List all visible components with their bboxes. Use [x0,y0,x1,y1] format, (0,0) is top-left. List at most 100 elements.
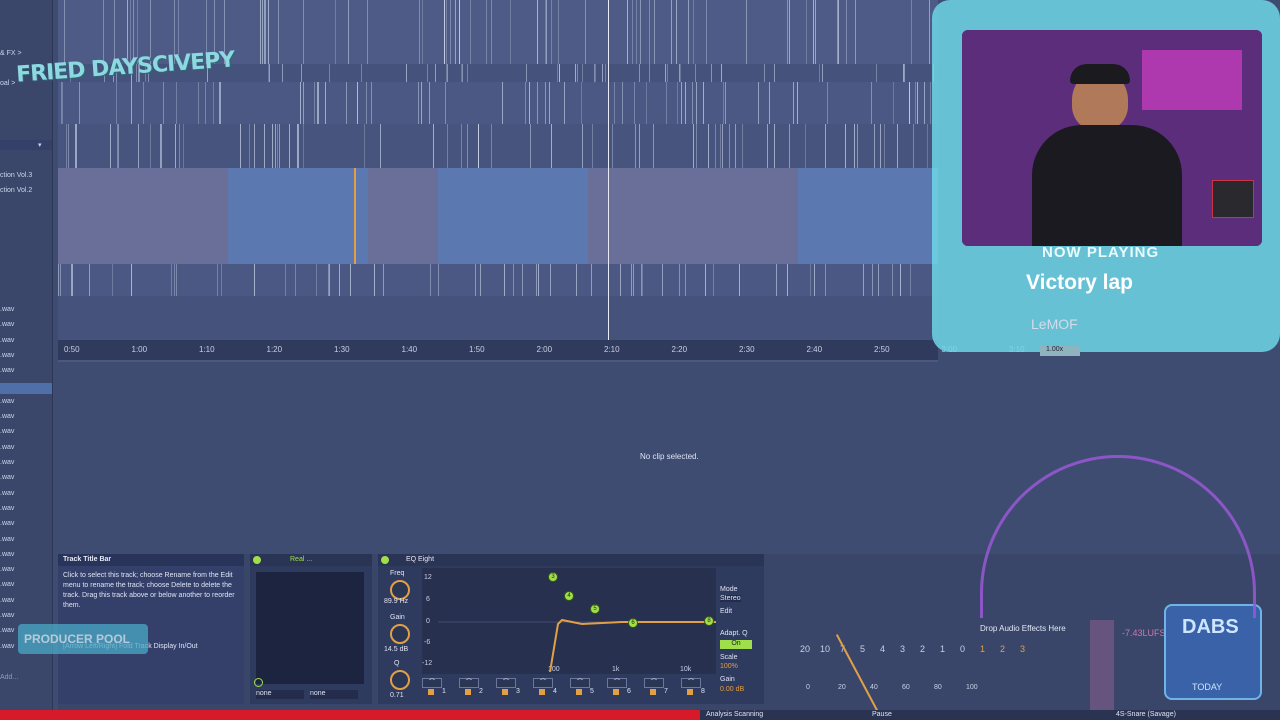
pause-button[interactable]: Pause [872,711,892,718]
eq-band-toggle[interactable] [539,689,545,695]
q-knob[interactable] [390,670,410,690]
browser-file[interactable]: .wav [0,306,14,313]
eq-band-number[interactable]: 8 [701,688,705,695]
eq-band-filter-button[interactable]: ⌒ [422,678,442,688]
eq-band-number[interactable]: 7 [664,688,668,695]
eq-band-toggle[interactable] [687,689,693,695]
timeline-ruler[interactable]: 0:50 1:00 1:10 1:20 1:30 1:40 1:50 2:00 2:10 2:20… [58,340,1025,360]
eq-band-filter-button[interactable]: ⌒ [681,678,701,688]
browser-item[interactable]: ction Vol.2 [0,187,32,194]
browser-file[interactable]: .wav [0,490,14,497]
browser-file[interactable]: .wav [0,612,14,619]
browser-file[interactable]: .wav [0,597,14,604]
browser-file[interactable]: .wav [0,581,14,588]
browser-file[interactable]: .wav [0,321,14,328]
eq-band-toggle[interactable] [428,689,434,695]
waveform-stripe [815,0,816,64]
waveform-stripe [825,264,826,296]
waveform-stripe [422,0,423,64]
q-value[interactable]: 0.71 [390,692,404,699]
eq-band-toggle[interactable] [465,689,471,695]
browser-file[interactable]: .wav [0,536,14,543]
eq-band-filter-button[interactable]: ⌒ [607,678,627,688]
waveform-stripe [269,64,270,82]
eq-graph[interactable]: 12 6 0 -6 -12 100 1k 10k 3 4 5 6 8 [422,568,716,674]
eq-band-handle[interactable]: 6 [628,618,638,628]
waveform-stripe [693,124,694,168]
song-title: Victory lap [1026,271,1133,294]
gain-value[interactable]: 14.5 dB [384,646,408,653]
dabs-sub: TODAY [1192,682,1223,692]
waveform-stripe [526,64,527,82]
browser-file[interactable]: .wav [0,337,14,344]
eq-band-filter-button[interactable]: ⌒ [496,678,516,688]
waveform-stripe [537,0,538,64]
waveform-stripe [819,64,820,82]
browser-file[interactable]: .wav [0,444,14,451]
eq-band-handle[interactable]: 3 [548,572,558,582]
browser-file[interactable]: .wav [0,459,14,466]
eq-band-number[interactable]: 2 [479,688,483,695]
eq-band-toggle[interactable] [502,689,508,695]
browser-file[interactable]: .wav [0,551,14,558]
eq-band-handle[interactable]: 8 [704,616,714,626]
timeline-tick-label: 1:00 [131,345,148,354]
browser-file[interactable]: .wav [0,505,14,512]
waveform-stripe [462,64,463,82]
adapt-q-toggle[interactable]: On [720,640,752,649]
eq-band-number[interactable]: 3 [516,688,520,695]
mode-select[interactable]: Stereo [720,595,741,602]
eq-band-toggle[interactable] [576,689,582,695]
input-select-b[interactable]: none [310,690,358,699]
waveform-stripe [721,64,722,82]
browser-file[interactable]: .wav [0,367,14,374]
input-select-a[interactable]: none [256,690,304,699]
browser-file[interactable]: .wav [0,398,14,405]
browser-item[interactable]: ction Vol.3 [0,172,32,179]
eq-band-filter-button[interactable]: ⌒ [644,678,664,688]
chevron-down-icon[interactable]: ▾ [38,141,42,149]
waveform-stripe [480,264,481,296]
waveform-stripe [769,82,770,124]
waveform-stripe [289,124,290,168]
browser-selected-row[interactable] [0,383,52,394]
browser-file[interactable]: .wav [0,520,14,527]
browser-category[interactable]: oal > [0,80,15,87]
browser-file[interactable]: .wav [0,428,14,435]
eq-band-handle[interactable]: 4 [564,591,574,601]
eq-band-number[interactable]: 4 [553,688,557,695]
playhead[interactable] [608,0,609,340]
browser-file[interactable]: .wav [0,566,14,573]
browser-file[interactable]: .wav [0,627,14,634]
device-on-toggle[interactable] [253,556,261,564]
eq-band-number[interactable]: 5 [590,688,594,695]
eq-band-handle[interactable]: 5 [590,604,600,614]
scale-value[interactable]: 100% [720,663,738,670]
eq-band-filter-button[interactable]: ⌒ [459,678,479,688]
waveform-stripe [631,264,632,296]
browser-panel: & FX > oal > ▾ ction Vol.3 ction Vol.2 .… [0,0,53,720]
eq-on-toggle[interactable] [381,556,389,564]
freq-knob[interactable] [390,580,410,600]
waveform-stripe [62,82,63,124]
eq-band-toggle[interactable] [613,689,619,695]
eq-band-toggle[interactable] [650,689,656,695]
eq-title-bar[interactable]: EQ Eight [378,554,764,566]
browser-category[interactable]: & FX > [0,50,22,57]
add-button[interactable]: Add... [0,674,18,681]
eq-band-number[interactable]: 6 [627,688,631,695]
gain-knob[interactable] [390,624,410,644]
freq-value[interactable]: 89.9 Hz [384,598,408,605]
eq-band-filter-button[interactable]: ⌒ [570,678,590,688]
device-title-bar[interactable]: Real ... [250,554,372,566]
eq-band-number[interactable]: 1 [442,688,446,695]
browser-file[interactable]: .wav [0,643,14,650]
browser-file[interactable]: .wav [0,474,14,481]
zoom-readout[interactable]: 1.00x [1046,346,1063,353]
browser-file[interactable]: .wav [0,352,14,359]
output-gain-value[interactable]: 0.00 dB [720,686,744,693]
eq-band-filter-button[interactable]: ⌒ [533,678,553,688]
browser-file[interactable]: .wav [0,413,14,420]
waveform-stripe [703,82,704,124]
waveform-stripe [742,124,743,168]
